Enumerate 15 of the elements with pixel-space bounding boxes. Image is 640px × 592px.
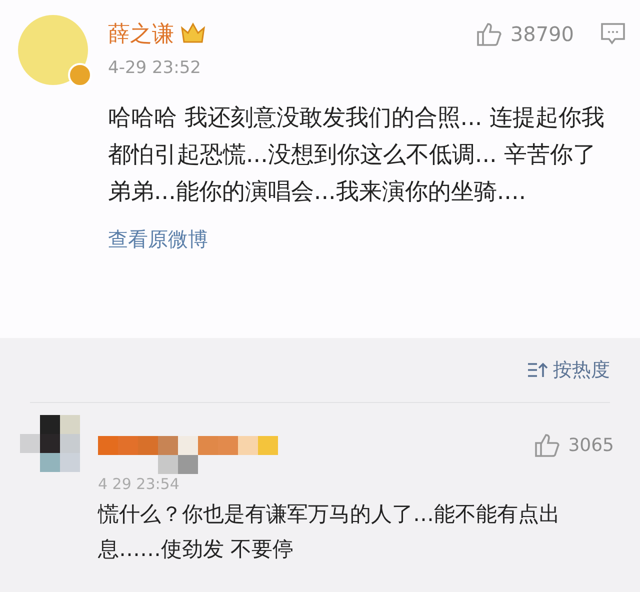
comment-time: 4 29 23:54 bbox=[98, 475, 180, 493]
comment-icon[interactable] bbox=[600, 22, 626, 46]
thumbs-up-icon[interactable] bbox=[534, 432, 560, 458]
sort-icon bbox=[527, 361, 549, 379]
comment-text: 慌什么？你也是有谦军万马的人了…能不能有点出息……使劲发 不要停 bbox=[98, 501, 561, 563]
like-count: 38790 bbox=[510, 22, 574, 46]
pixelated-avatar bbox=[20, 415, 80, 472]
post-text: 哈哈哈 我还刻意没敢发我们的合照... 连提起你我都怕引起恐慌...没想到你这么不低调... 辛苦你了弟弟...能你的演唱会...我来演你的坐骑.... bbox=[108, 104, 606, 207]
like-count: 3065 bbox=[568, 434, 614, 456]
crown-icon bbox=[180, 22, 206, 46]
post-time: 4-29 23:52 bbox=[108, 58, 202, 78]
view-original-link[interactable]: 查看原微博 bbox=[108, 226, 208, 253]
sort-button[interactable]: 按热度 bbox=[527, 357, 610, 383]
thumbs-up-icon[interactable] bbox=[476, 21, 502, 47]
author-name[interactable]: 薛之谦 bbox=[108, 19, 174, 49]
